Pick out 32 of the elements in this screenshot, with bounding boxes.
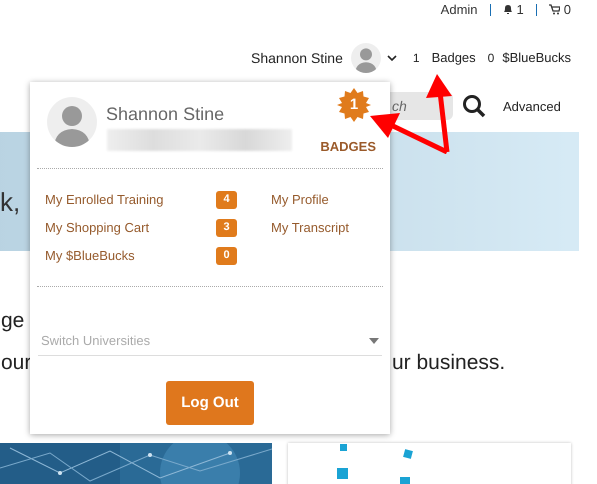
logout-button[interactable]: Log Out <box>166 381 254 425</box>
count-badge: 3 <box>216 218 237 236</box>
cart-icon[interactable] <box>548 4 560 16</box>
badges-link[interactable]: Badges <box>432 48 476 68</box>
cart-count: 0 <box>564 1 571 19</box>
caret-icon[interactable] <box>386 54 397 62</box>
badge-count: 1 <box>412 50 420 67</box>
menu-link[interactable]: My $BlueBucks <box>45 246 216 266</box>
count-badge: 0 <box>216 246 237 264</box>
intro-text: our <box>1 350 32 376</box>
bluebucks-count: 0 <box>488 50 494 67</box>
menu-link[interactable]: My Profile <box>271 190 329 210</box>
hero-text: k, <box>0 186 20 219</box>
dropdown-arrow-icon <box>369 338 379 344</box>
badges-link[interactable]: BADGES <box>320 137 376 156</box>
intro-text: ge <box>1 308 24 334</box>
profile-avatar-icon <box>47 97 97 147</box>
admin-menu[interactable]: Admin <box>440 0 478 20</box>
profile-name: Shannon Stine <box>106 103 224 126</box>
avatar-icon <box>350 43 381 73</box>
bluebucks-link[interactable]: $BlueBucks <box>502 48 571 68</box>
search-icon[interactable] <box>462 94 486 118</box>
bell-icon[interactable] <box>502 4 513 16</box>
menu-link[interactable]: My Shopping Cart <box>45 218 216 238</box>
badge-icon[interactable]: 1 <box>337 88 371 122</box>
user-name[interactable]: Shannon Stine <box>251 48 343 68</box>
menu-link[interactable]: My Transcript <box>271 218 350 238</box>
advanced-search-link[interactable]: Advanced <box>503 97 561 116</box>
intro-text: ur business. <box>392 350 506 376</box>
menu-link[interactable]: My Enrolled Training <box>45 190 216 210</box>
count-badge: 4 <box>216 190 237 208</box>
notification-count: 1 <box>516 1 524 19</box>
